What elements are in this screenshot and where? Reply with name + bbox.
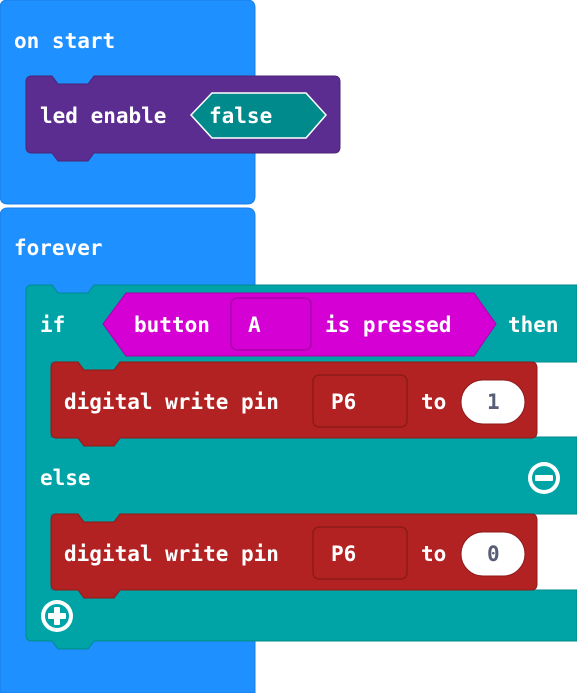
plus-circle-icon[interactable] xyxy=(41,600,73,632)
button-a-dropdown-field[interactable] xyxy=(230,297,312,351)
minus-circle-icon[interactable] xyxy=(528,462,560,494)
is-pressed-label: is pressed xyxy=(325,313,452,337)
led-enable-label: led enable xyxy=(40,104,167,128)
if-label: if xyxy=(40,313,66,337)
else-to-label: to xyxy=(421,542,447,566)
then-pin-value[interactable]: P6 xyxy=(331,390,356,414)
else-label: else xyxy=(40,466,91,490)
forever-label: forever xyxy=(14,236,103,260)
else-pin-value[interactable]: P6 xyxy=(331,542,356,566)
button-label: button xyxy=(134,313,210,337)
then-label: then xyxy=(508,313,559,337)
then-to-label: to xyxy=(421,390,447,414)
button-a-value[interactable]: A xyxy=(248,313,261,337)
then-digital-write-label: digital write pin xyxy=(64,390,279,414)
on-start-label: on start xyxy=(14,29,116,53)
false-value[interactable]: false xyxy=(209,104,272,128)
else-pin-dropdown-field[interactable] xyxy=(312,526,408,580)
else-digital-write-label: digital write pin xyxy=(64,542,279,566)
then-pin-dropdown-field[interactable] xyxy=(312,374,408,428)
else-value[interactable]: 0 xyxy=(487,542,500,566)
then-value[interactable]: 1 xyxy=(487,390,500,414)
